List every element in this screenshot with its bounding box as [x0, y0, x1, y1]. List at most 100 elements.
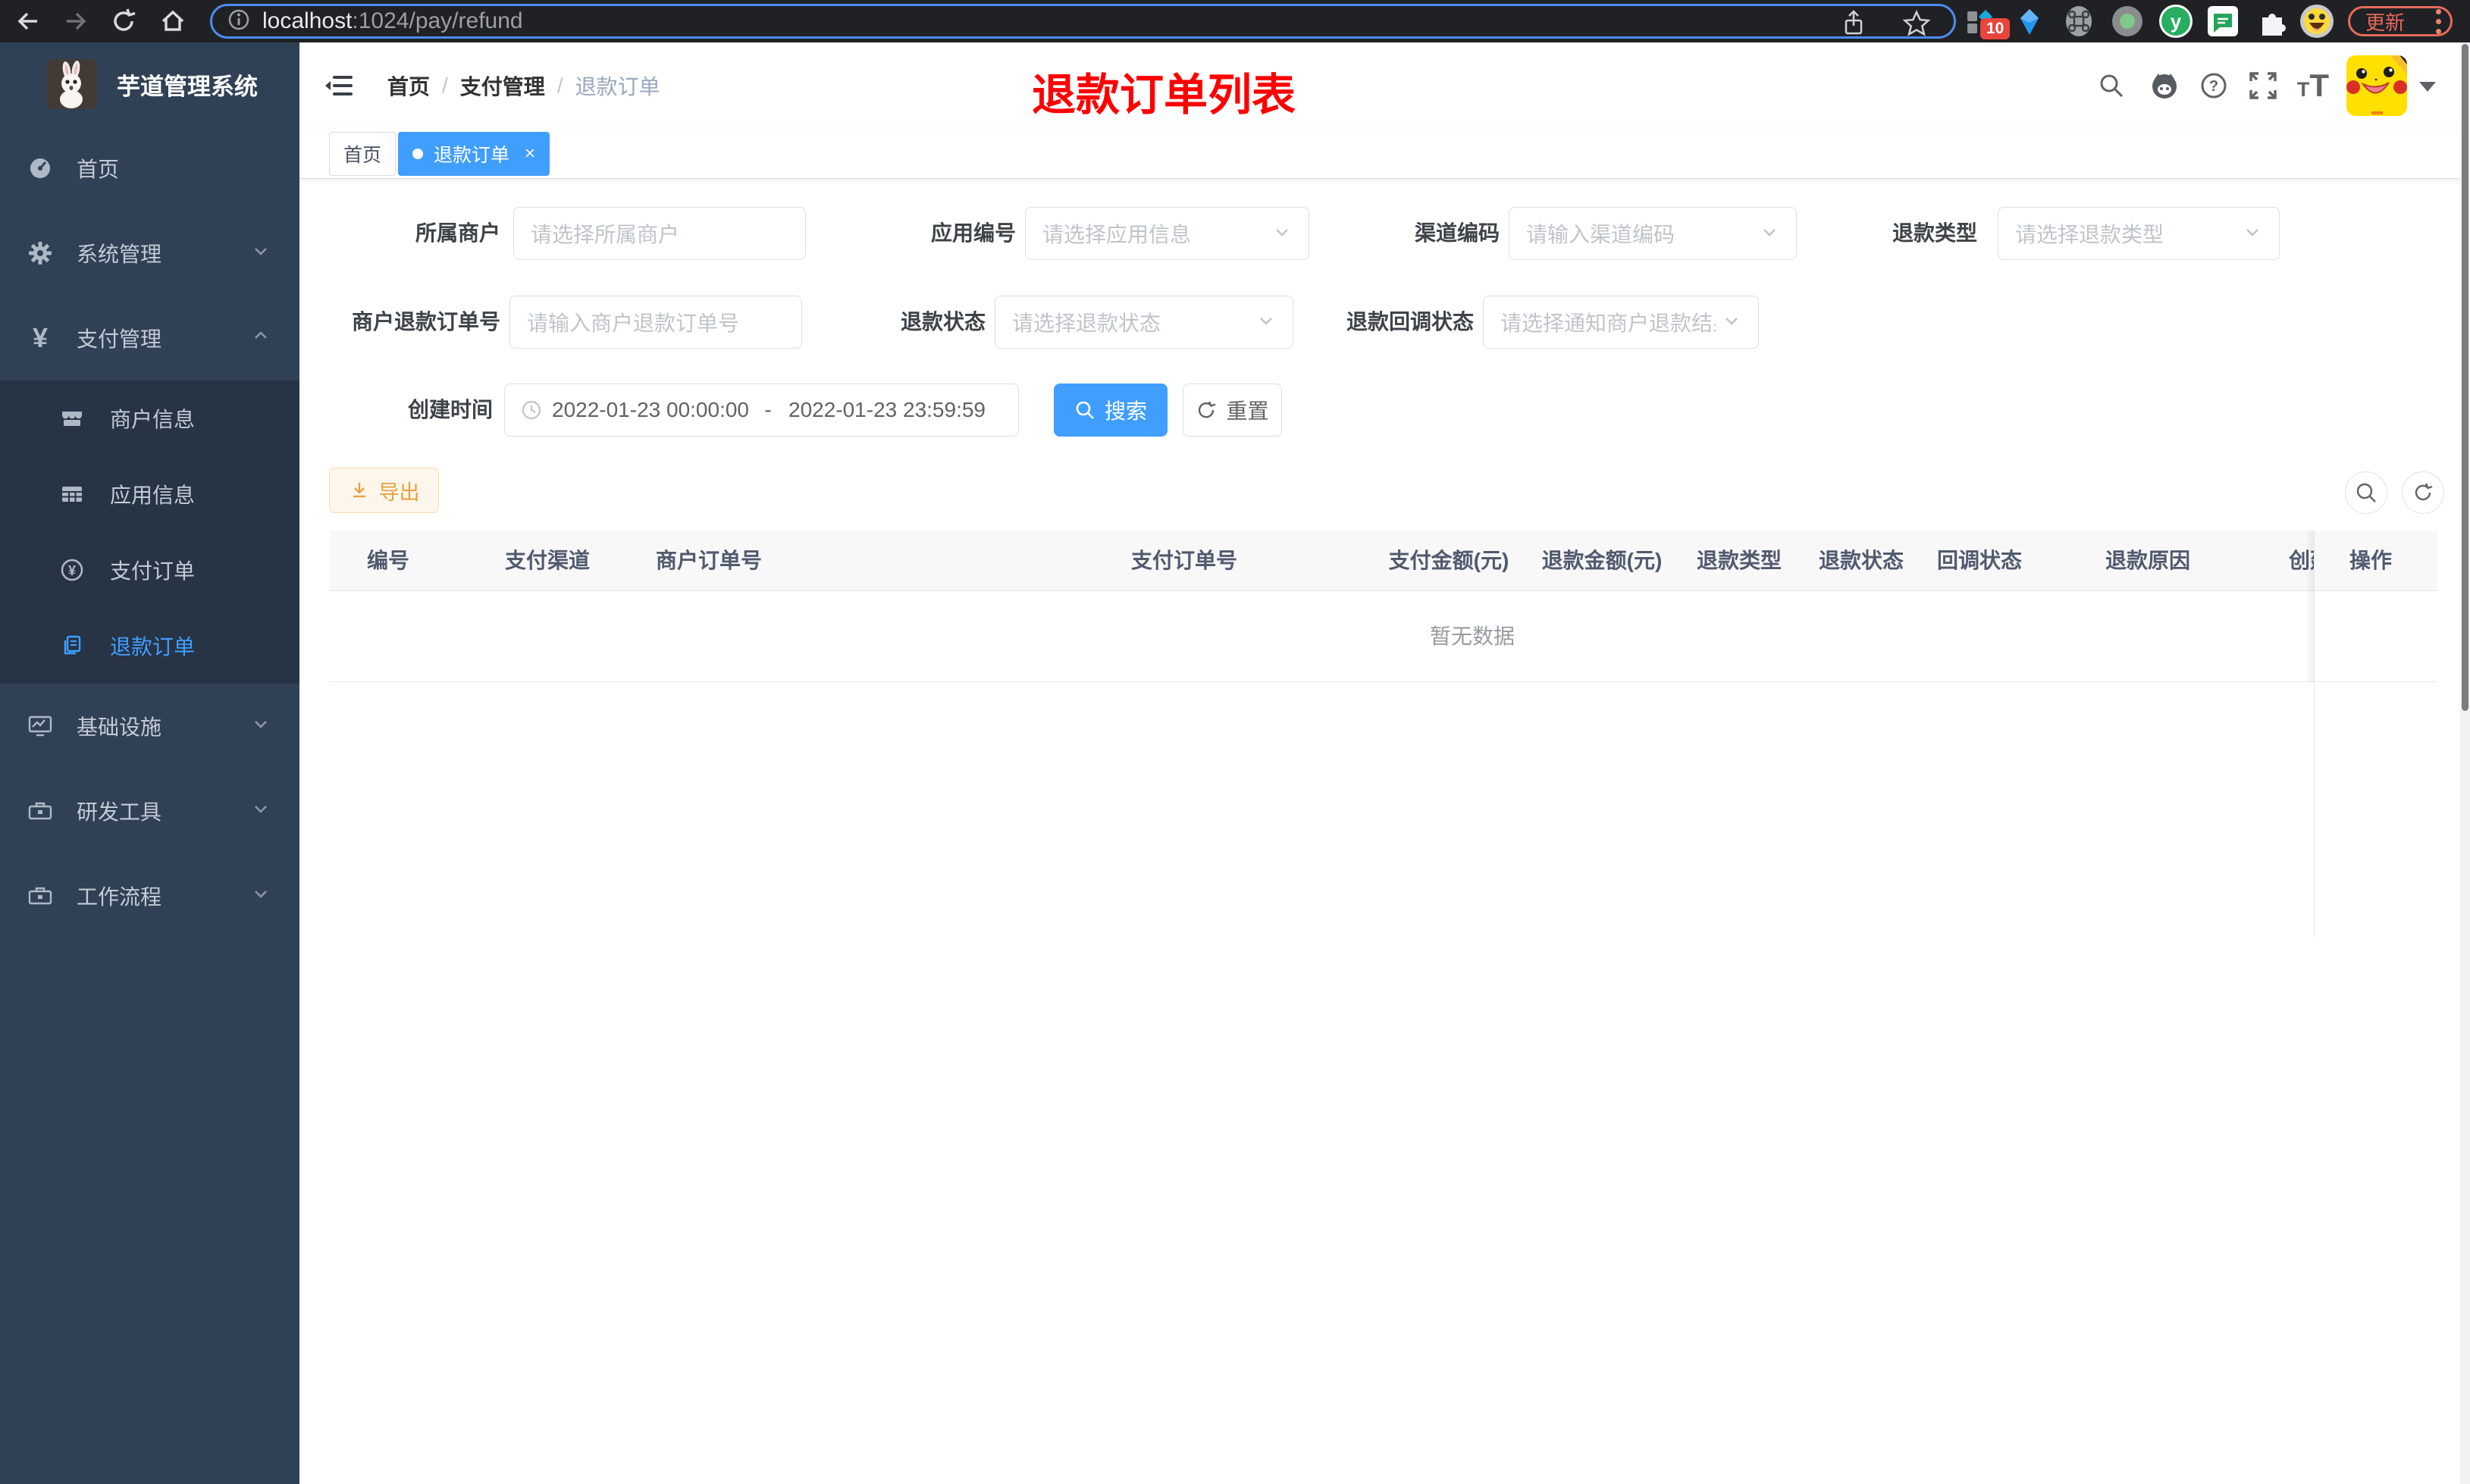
- user-avatar[interactable]: [2346, 55, 2407, 116]
- filter-label-merchant-refund-no: 商户退款订单号: [351, 310, 500, 333]
- svg-text:?: ?: [2209, 78, 2218, 95]
- url-host: localhost: [262, 8, 353, 33]
- search-icon[interactable]: [2095, 42, 2128, 129]
- extension-command-icon[interactable]: [2064, 5, 2094, 42]
- svg-text:¥: ¥: [68, 563, 76, 578]
- window-scrollbar[interactable]: [2460, 42, 2470, 1484]
- reset-button[interactable]: 重置: [1183, 384, 1282, 437]
- scrollbar-thumb[interactable]: [2462, 44, 2468, 711]
- yen-circle-icon: ¥: [57, 556, 87, 584]
- chevron-down-icon: [2243, 222, 2262, 246]
- main-area: 首页 / 支付管理 / 退款订单 退款订单列表 ? TT 首页 退款订单 × 所…: [299, 42, 2470, 1484]
- sidebar-item-label: 系统管理: [77, 243, 162, 266]
- sidebar-item-refund-order[interactable]: 退款订单: [0, 608, 299, 684]
- extension-y-icon[interactable]: y: [2159, 5, 2193, 38]
- create-time-range-picker[interactable]: 2022-01-23 00:00:00 - 2022-01-23 23:59:5…: [504, 384, 1019, 437]
- refund-status-select[interactable]: 请选择退款状态: [995, 296, 1293, 349]
- breadcrumb: 首页 / 支付管理 / 退款订单: [387, 42, 660, 129]
- sidebar-item-app-info[interactable]: 应用信息: [0, 456, 299, 532]
- show-search-toggle-button[interactable]: [2345, 471, 2387, 514]
- tab-refund-order[interactable]: 退款订单 ×: [398, 132, 550, 176]
- sidebar-item-system[interactable]: 系统管理: [0, 211, 299, 296]
- sidebar-submenu-pay: 商户信息 应用信息 ¥ 支付订单 退款订单: [0, 380, 299, 684]
- browser-back-icon[interactable]: [13, 6, 43, 40]
- site-info-icon[interactable]: [226, 7, 252, 36]
- bookmark-star-icon[interactable]: [1901, 8, 1932, 42]
- merchant-refund-no-input[interactable]: 请输入商户退款订单号: [509, 296, 802, 349]
- sidebar-item-label: 商户信息: [110, 408, 196, 431]
- fullscreen-icon[interactable]: [2245, 42, 2281, 129]
- close-icon[interactable]: ×: [525, 143, 535, 164]
- filter-label-refund-status: 退款状态: [900, 310, 986, 333]
- date-start-value[interactable]: 2022-01-23 00:00:00: [552, 398, 754, 422]
- app-select[interactable]: 请选择应用信息: [1025, 207, 1309, 260]
- refund-type-select[interactable]: 请选择退款类型: [1998, 207, 2280, 260]
- chevron-down-icon: [1722, 311, 1741, 334]
- tab-home[interactable]: 首页: [329, 132, 397, 176]
- search-button[interactable]: 搜索: [1054, 384, 1168, 437]
- col-pay-amount: 支付金额(元): [1388, 549, 1509, 572]
- chevron-down-icon: [251, 884, 271, 909]
- date-separator: -: [764, 398, 772, 421]
- address-bar[interactable]: localhost:1024/pay/refund: [210, 4, 1956, 39]
- font-size-icon[interactable]: TT: [2293, 42, 2333, 129]
- export-button-label: 导出: [378, 481, 420, 504]
- url-text[interactable]: localhost:1024/pay/refund: [262, 8, 523, 34]
- sidebar-item-infra[interactable]: 基础设施: [0, 684, 299, 769]
- page-title-annotation: 退款订单列表: [1032, 70, 1296, 120]
- table-header: 编号 支付渠道 商户订单号 支付订单号 支付金额(元) 退款金额(元) 退款类型…: [330, 531, 2437, 591]
- sidebar-item-label: 支付管理: [77, 327, 162, 351]
- extension-gray-circle-icon[interactable]: [2112, 6, 2142, 36]
- refresh-table-button[interactable]: [2402, 471, 2444, 514]
- browser-update-chip[interactable]: 更新: [2348, 6, 2453, 36]
- col-id: 编号: [366, 549, 410, 572]
- breadcrumb-current: 退款订单: [575, 75, 660, 99]
- col-refund-reason: 退款原因: [2105, 549, 2191, 572]
- sidebar-item-pay[interactable]: ¥ 支付管理: [0, 296, 299, 380]
- sidebar-item-home[interactable]: 首页: [0, 126, 299, 211]
- app-logo: [47, 59, 97, 109]
- tab-label: 退款订单: [434, 145, 510, 166]
- gear-icon: [25, 240, 55, 267]
- sidebar-logo-row[interactable]: 芋道管理系统: [0, 42, 299, 126]
- extensions-puzzle-icon[interactable]: [2257, 7, 2286, 39]
- avatar-caret-icon[interactable]: [2419, 82, 2436, 92]
- navbar: 首页 / 支付管理 / 退款订单 退款订单列表 ? TT: [299, 42, 2470, 129]
- merchant-select[interactable]: 请选择所属商户: [513, 207, 806, 260]
- sidebar-toggle-icon[interactable]: [322, 42, 356, 129]
- notify-status-select[interactable]: 请选择通知商户退款结果的: [1483, 296, 1759, 349]
- sidebar-item-merchant-info[interactable]: 商户信息: [0, 380, 299, 456]
- col-refund-status: 退款状态: [1818, 549, 1904, 572]
- sidebar-item-pay-order[interactable]: ¥ 支付订单: [0, 532, 299, 608]
- browser-reload-icon[interactable]: [108, 6, 139, 40]
- col-channel: 支付渠道: [504, 549, 591, 572]
- document-copy-icon: [57, 633, 87, 659]
- search-button-label: 搜索: [1104, 399, 1147, 423]
- export-button[interactable]: 导出: [329, 468, 439, 513]
- screen: localhost:1024/pay/refund 10 y 更新 芋道管理系统…: [0, 0, 2470, 1484]
- browser-forward-icon[interactable]: [61, 6, 91, 40]
- clock-icon: [520, 399, 543, 421]
- breadcrumb-home[interactable]: 首页: [387, 70, 430, 101]
- monitor-chart-icon: [25, 712, 55, 740]
- briefcase-icon: [25, 797, 55, 825]
- browser-home-icon[interactable]: [158, 6, 188, 40]
- share-icon[interactable]: [1839, 9, 1868, 42]
- extension-chat-icon[interactable]: [2208, 6, 2238, 36]
- extension-gem-icon[interactable]: [2015, 8, 2044, 40]
- browser-menu-icon[interactable]: [2436, 8, 2441, 34]
- sidebar: 芋道管理系统 首页 系统管理 ¥ 支付管理 商户信息 应用信息 ¥ 支付订单 退…: [0, 42, 299, 1484]
- breadcrumb-pay[interactable]: 支付管理: [460, 70, 545, 101]
- profile-emoji-avatar[interactable]: [2300, 5, 2334, 38]
- empty-text: 暂无数据: [1429, 625, 1516, 648]
- channel-select[interactable]: 请输入渠道编码: [1509, 207, 1797, 260]
- date-end-value[interactable]: 2022-01-23 23:59:59: [788, 398, 990, 422]
- sidebar-item-dev-tools[interactable]: 研发工具: [0, 769, 299, 853]
- col-merchant-order-no: 商户订单号: [655, 549, 763, 572]
- shop-icon: [57, 405, 87, 431]
- sidebar-item-label: 基础设施: [77, 715, 162, 739]
- help-icon[interactable]: ?: [2197, 42, 2230, 129]
- github-icon[interactable]: [2146, 42, 2183, 129]
- dashboard-icon: [25, 155, 55, 182]
- sidebar-item-workflow[interactable]: 工作流程: [0, 853, 299, 938]
